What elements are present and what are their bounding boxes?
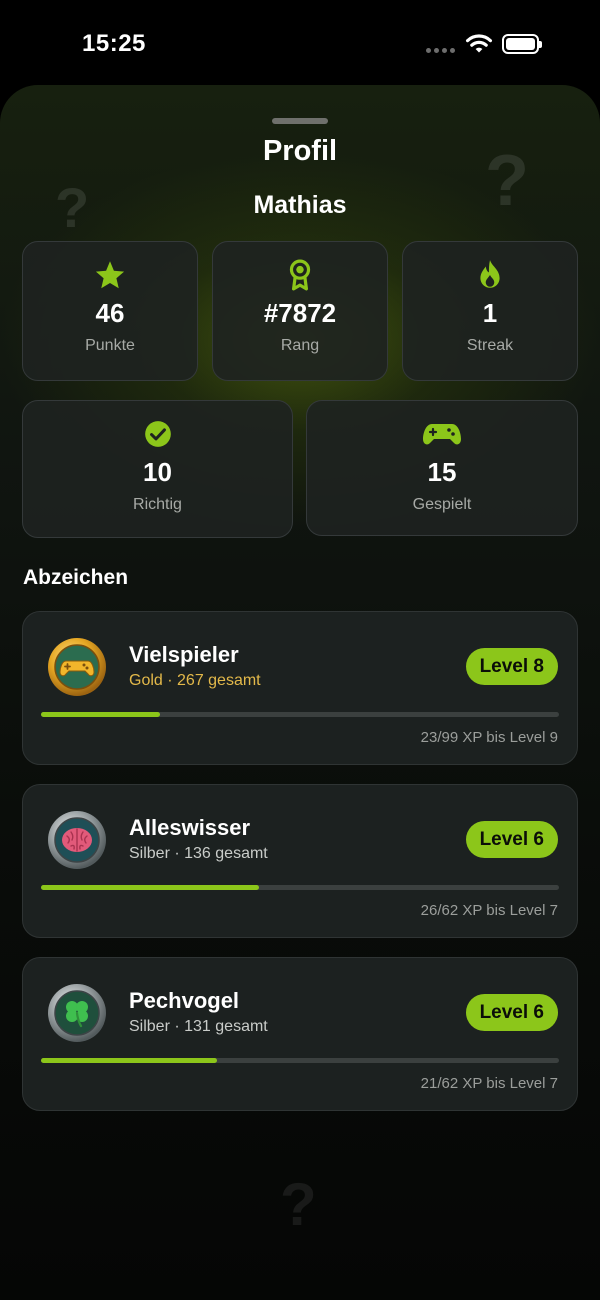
level-badge: Level 6 bbox=[465, 994, 558, 1031]
profile-sheet: ? ? ? Profil Mathias 46 Punkte #7872 Ran… bbox=[0, 85, 600, 1300]
stat-card-points: 46 Punkte bbox=[22, 241, 198, 381]
gamepad-medal-icon bbox=[48, 638, 106, 696]
award-ribbon-icon bbox=[287, 259, 313, 291]
stat-card-played: 15 Gespielt bbox=[306, 400, 578, 536]
question-mark-decoration-icon: ? bbox=[280, 1171, 317, 1238]
stat-card-rank: #7872 Rang bbox=[212, 241, 388, 381]
level-badge: Level 8 bbox=[465, 648, 558, 685]
badge-name: Alleswisser bbox=[129, 815, 251, 840]
xp-progress-bar bbox=[41, 885, 559, 890]
badge-tier-total: Silber · 136 gesamt bbox=[129, 845, 268, 862]
stat-value: #7872 bbox=[263, 298, 337, 328]
battery-icon bbox=[502, 34, 542, 54]
xp-progress-bar bbox=[41, 712, 559, 717]
stat-value: 46 bbox=[95, 298, 125, 328]
xp-remaining-text: 21/62 XP bis Level 7 bbox=[420, 1075, 558, 1092]
stat-label: Gespielt bbox=[412, 496, 472, 513]
badges-section-title: Abzeichen bbox=[23, 566, 129, 589]
stat-card-correct: 10 Richtig bbox=[22, 400, 293, 538]
xp-progress-fill bbox=[41, 1058, 218, 1063]
star-icon bbox=[94, 260, 126, 290]
xp-progress-fill bbox=[41, 712, 161, 717]
cellular-signal-icon bbox=[426, 48, 455, 53]
xp-progress-fill bbox=[41, 885, 259, 890]
stat-label: Punkte bbox=[85, 337, 135, 354]
clover-medal-icon bbox=[48, 984, 106, 1042]
dynamic-island bbox=[215, 19, 385, 69]
page-title: Profil bbox=[262, 135, 338, 167]
wifi-icon bbox=[466, 34, 492, 53]
stat-card-streak: 1 Streak bbox=[402, 241, 578, 381]
level-badge: Level 6 bbox=[465, 821, 558, 858]
badge-card[interactable]: Alleswisser Silber · 136 gesamt Level 6 … bbox=[22, 784, 578, 938]
badge-name: Vielspieler bbox=[129, 642, 239, 667]
xp-remaining-text: 26/62 XP bis Level 7 bbox=[420, 902, 558, 919]
stat-value: 15 bbox=[427, 457, 457, 487]
stat-value: 10 bbox=[143, 457, 172, 487]
gamepad-icon bbox=[422, 419, 462, 449]
badge-name: Pechvogel bbox=[129, 988, 240, 1013]
stat-label: Richtig bbox=[133, 496, 182, 513]
badge-card[interactable]: Pechvogel Silber · 131 gesamt Level 6 21… bbox=[22, 957, 578, 1111]
stat-label: Rang bbox=[280, 337, 320, 354]
username: Mathias bbox=[253, 191, 347, 219]
badge-tier-total: Silber · 131 gesamt bbox=[129, 1018, 268, 1035]
sheet-grabber[interactable] bbox=[272, 118, 328, 124]
xp-progress-bar bbox=[41, 1058, 559, 1063]
badge-tier-total: Gold · 267 gesamt bbox=[129, 672, 261, 689]
stat-value: 1 bbox=[482, 298, 498, 328]
xp-remaining-text: 23/99 XP bis Level 9 bbox=[420, 729, 558, 746]
check-circle-icon bbox=[144, 419, 172, 449]
status-time: 15:25 bbox=[82, 30, 146, 57]
flame-icon bbox=[477, 260, 503, 290]
status-bar: 15:25 bbox=[0, 0, 600, 90]
badge-card[interactable]: Vielspieler Gold · 267 gesamt Level 8 23… bbox=[22, 611, 578, 765]
brain-medal-icon bbox=[48, 811, 106, 869]
stat-label: Streak bbox=[466, 337, 514, 354]
